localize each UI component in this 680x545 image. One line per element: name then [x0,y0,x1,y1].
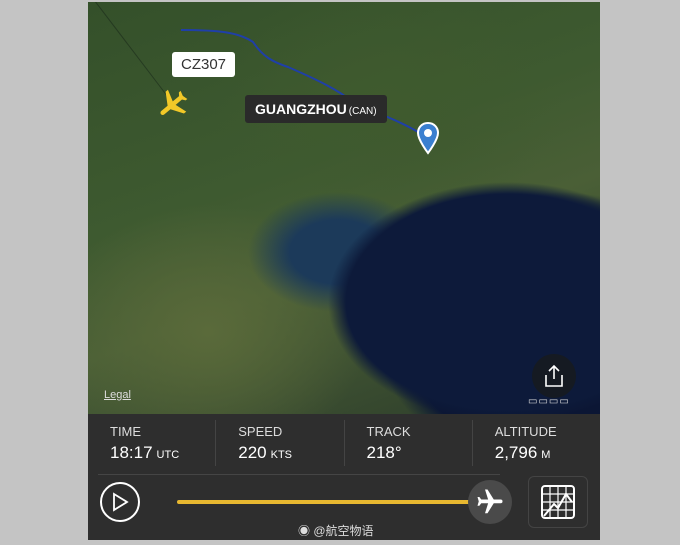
credit-text: @航空物语 [313,524,374,538]
stat-unit: UTC [156,449,180,461]
watermark: ▭▭▭▭ [528,396,570,407]
playback-slider-thumb[interactable] [468,480,512,524]
stat-unit: KTS [270,449,293,461]
stat-label: TRACK [366,424,411,439]
legal-link[interactable]: Legal [104,389,131,401]
share-icon [545,364,563,387]
share-button[interactable] [532,354,576,398]
stat-altitude: ALTITUDE 2,796 M [473,420,600,466]
airport-name: GUANGZHOU [255,101,347,117]
stat-label: SPEED [238,424,283,439]
play-button[interactable] [100,482,140,522]
stat-track: TRACK 218° [345,420,473,466]
play-icon [113,492,129,512]
flight-stats: TIME 18:17 UTC SPEED 220 KTS TRACK 218° ALTIT… [88,414,600,474]
stat-value: 218° [366,443,402,462]
satellite-map[interactable]: CZ307 GUANGZHOU (CAN) Legal ▭▭▭▭ [88,2,600,414]
playback-slider-track[interactable] [177,500,477,504]
stat-label: ALTITUDE [494,424,557,439]
location-pin-icon[interactable] [416,122,440,160]
divider [98,474,500,475]
airplane-icon[interactable] [154,86,190,122]
stat-value: 220 [238,443,267,462]
airport-label[interactable]: GUANGZHOU (CAN) [245,95,387,123]
weibo-credit: ◉ @航空物语 [298,524,374,538]
chart-grid-icon [541,485,575,519]
stat-unit: M [541,449,551,461]
airplane-icon [477,489,503,514]
stat-time: TIME 18:17 UTC [88,420,217,466]
stat-label: TIME [110,424,142,439]
flight-route [94,2,419,133]
flight-tracker-app: CZ307 GUANGZHOU (CAN) Legal ▭▭▭▭ TIME 18:1… [88,2,600,540]
stat-speed: SPEED 220 KTS [216,420,345,466]
altitude-graph-button[interactable] [528,476,588,528]
stat-value: 2,796 [494,443,538,462]
flight-label[interactable]: CZ307 [172,52,236,77]
airport-code: (CAN) [348,106,377,117]
stat-value: 18:17 [110,443,153,462]
